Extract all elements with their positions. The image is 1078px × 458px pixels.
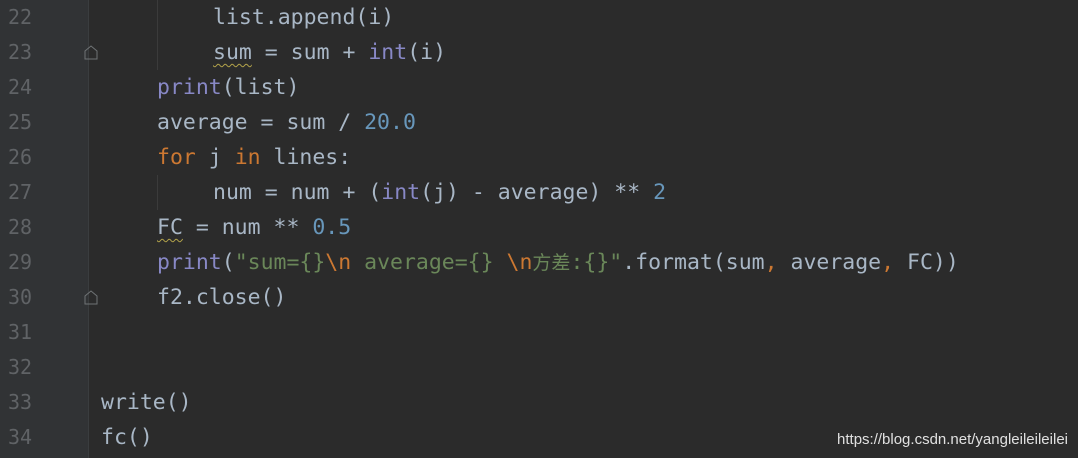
code-text: average = sum / 20.0	[157, 105, 416, 140]
line-number: 29	[8, 250, 33, 274]
code-token: = num **	[182, 215, 313, 240]
code-token: (i)	[407, 40, 447, 65]
code-line-28[interactable]: 28 FC = num ** 0.5	[0, 210, 1078, 245]
code-token: average = sum /	[157, 110, 365, 135]
line-number: 27	[8, 180, 33, 204]
number-token: 20.0	[364, 110, 416, 135]
code-line-25[interactable]: 25 average = sum / 20.0	[0, 105, 1078, 140]
number-token: 0.5	[312, 215, 352, 240]
code-text: print("sum={}\n average={} \n方差:{}".form…	[157, 245, 959, 280]
code-line-31[interactable]: 31	[0, 315, 1078, 350]
code-text: write()	[101, 390, 192, 415]
warning-token: sum	[213, 40, 252, 65]
string-token: :{}"	[570, 250, 623, 275]
code-token: average	[777, 250, 882, 275]
code-text: print(list)	[157, 70, 299, 105]
keyword-token: in	[234, 145, 261, 170]
fold-end-icon[interactable]	[84, 289, 98, 305]
code-text: fc()	[101, 425, 153, 450]
line-number: 24	[8, 75, 33, 99]
line-number: 22	[8, 5, 33, 29]
fold-end-icon[interactable]	[84, 44, 98, 60]
builtin-token: int	[368, 40, 408, 65]
builtin-token: print	[157, 250, 222, 275]
code-token: .format(sum	[622, 250, 765, 275]
code-line-32[interactable]: 32	[0, 350, 1078, 385]
string-token: average={}	[351, 250, 507, 275]
string-token: "sum={}	[234, 250, 326, 275]
code-line-27[interactable]: 27 num = num + (int(j) - average) ** 2	[0, 175, 1078, 210]
code-line-23[interactable]: 23 sum = sum + int(i)	[0, 35, 1078, 70]
code-token: (list)	[221, 75, 300, 100]
line-number: 30	[8, 285, 33, 309]
line-number: 32	[8, 355, 33, 379]
code-text: num = num + (int(j) - average) ** 2	[213, 175, 666, 210]
line-number: 34	[8, 425, 33, 449]
keyword-token: for	[157, 145, 196, 170]
number-token: 2	[653, 180, 667, 205]
line-number: 28	[8, 215, 33, 239]
line-number: 26	[8, 145, 33, 169]
code-line-33[interactable]: 33 write()	[0, 385, 1078, 420]
code-token: (j) - average) **	[420, 180, 654, 205]
code-text: for j in lines:	[157, 140, 351, 175]
code-text: FC = num ** 0.5	[157, 210, 351, 245]
line-number: 25	[8, 110, 33, 134]
line-number: 23	[8, 40, 33, 64]
builtin-token: print	[157, 75, 222, 100]
code-editor[interactable]: 22 list.append(i) 23 sum = sum + int(i) …	[0, 0, 1078, 458]
code-line-29[interactable]: 29 print("sum={}\n average={} \n方差:{}".f…	[0, 245, 1078, 280]
code-token: (	[221, 250, 235, 275]
line-number: 31	[8, 320, 33, 344]
code-text: list.append(i)	[213, 5, 395, 30]
line-number: 33	[8, 390, 33, 414]
escape-token: \n	[325, 250, 352, 275]
code-token: FC))	[894, 250, 959, 275]
watermark-url: https://blog.csdn.net/yangleileileilei	[837, 431, 1068, 448]
warning-token: FC	[157, 215, 183, 240]
code-token: j	[195, 145, 235, 170]
code-line-26[interactable]: 26 for j in lines:	[0, 140, 1078, 175]
code-text: sum = sum + int(i)	[213, 35, 446, 70]
code-line-22[interactable]: 22 list.append(i)	[0, 0, 1078, 35]
comma-token: ,	[764, 250, 778, 275]
escape-token: \n	[506, 250, 533, 275]
code-line-30[interactable]: 30 f2.close()	[0, 280, 1078, 315]
string-token: 方差	[532, 252, 571, 274]
comma-token: ,	[881, 250, 895, 275]
builtin-token: int	[381, 180, 421, 205]
code-token: = sum +	[251, 40, 369, 65]
code-line-24[interactable]: 24 print(list)	[0, 70, 1078, 105]
code-token: num = num + (	[213, 180, 382, 205]
code-text: f2.close()	[157, 285, 287, 310]
code-token: lines:	[260, 145, 352, 170]
